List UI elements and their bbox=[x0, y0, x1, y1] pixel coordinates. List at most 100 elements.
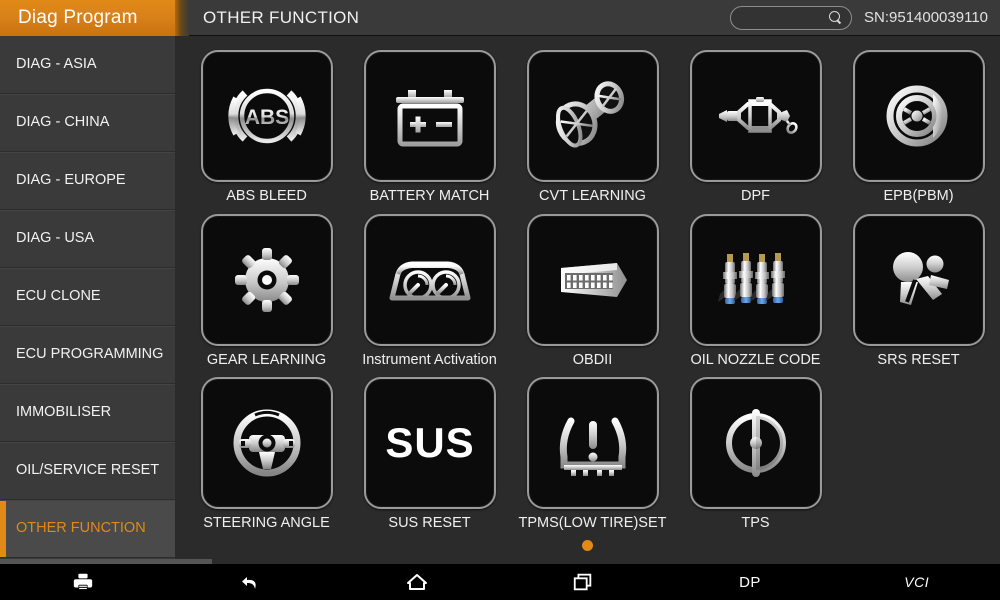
airbag-icon bbox=[892, 251, 949, 305]
tile-battery-match[interactable]: BATTERY MATCH bbox=[348, 50, 511, 204]
steering-wheel-icon bbox=[233, 409, 300, 477]
grid-row: STEERING ANGLE SUS SUS RESET TPMS(LOW TI… bbox=[185, 377, 1000, 531]
grid-row: ABS ABS BLEED BATTERY MATCH CVT LEARNING… bbox=[185, 50, 1000, 204]
tile-icon-container[interactable] bbox=[363, 213, 496, 346]
nav-vci-label: VCI bbox=[904, 574, 930, 590]
sidebar-item-diag-usa[interactable]: DIAG - USA bbox=[0, 210, 175, 268]
obd-connector-icon bbox=[560, 262, 627, 297]
tile-label: EPB(PBM) bbox=[883, 188, 954, 204]
tile-icon-container[interactable] bbox=[526, 213, 659, 346]
search-input[interactable] bbox=[740, 6, 828, 29]
sidebar-item-label: DIAG - EUROPE bbox=[16, 172, 126, 189]
svg-text:ABS: ABS bbox=[244, 106, 288, 129]
page-indicator[interactable] bbox=[175, 539, 1000, 551]
svg-text:SUS: SUS bbox=[385, 419, 474, 466]
top-bar-right: SN:951400039110 bbox=[730, 5, 988, 30]
search-icon[interactable] bbox=[829, 11, 842, 24]
sidebar-item-diag-europe[interactable]: DIAG - EUROPE bbox=[0, 152, 175, 210]
serial-number: SN:951400039110 bbox=[864, 9, 988, 26]
tile-label: OIL NOZZLE CODE bbox=[690, 351, 821, 368]
tile-label: SRS RESET bbox=[877, 351, 960, 368]
tile-instrument-activation[interactable]: Instrument Activation bbox=[348, 213, 511, 368]
tile-icon-container[interactable] bbox=[363, 50, 496, 182]
tile-label: SUS RESET bbox=[388, 515, 471, 531]
tile-icon-container[interactable]: SUS bbox=[363, 377, 496, 509]
brake-disc-icon bbox=[886, 85, 947, 147]
app-screen: Diag Program OTHER FUNCTION SN:951400039… bbox=[0, 0, 1000, 600]
tile-label: STEERING ANGLE bbox=[203, 515, 330, 531]
back-arrow-icon bbox=[242, 577, 256, 589]
fuel-injectors-icon bbox=[717, 252, 785, 304]
sidebar-item-ecu-clone[interactable]: ECU CLONE bbox=[0, 268, 175, 326]
nav-recents-button[interactable] bbox=[500, 564, 667, 600]
search-box[interactable] bbox=[730, 5, 852, 30]
tile-icon-container[interactable] bbox=[689, 50, 822, 182]
tile-label: TPMS(LOW TIRE)SET bbox=[518, 515, 667, 531]
sidebar-item-diag-china[interactable]: DIAG - CHINA bbox=[0, 94, 175, 152]
sidebar-item-label: DIAG - CHINA bbox=[16, 114, 110, 131]
nav-vci-button[interactable]: VCI bbox=[833, 564, 1000, 600]
brand-title: Diag Program bbox=[0, 0, 175, 36]
tile-label: Instrument Activation bbox=[362, 351, 497, 368]
tile-label: CVT LEARNING bbox=[539, 188, 646, 204]
tile-oil-nozzle-code[interactable]: OIL NOZZLE CODE bbox=[674, 213, 837, 368]
sidebar-item-label: DIAG - USA bbox=[16, 230, 95, 247]
print-icon bbox=[74, 573, 93, 591]
nav-back-button[interactable] bbox=[167, 564, 334, 600]
tile-cvt-learning[interactable]: CVT LEARNING bbox=[511, 50, 674, 204]
tile-icon-container[interactable] bbox=[526, 377, 659, 509]
sidebar-item-other-function[interactable]: OTHER FUNCTION bbox=[0, 500, 175, 558]
sidebar-item-label: ECU CLONE bbox=[16, 288, 101, 305]
tile-icon-container[interactable] bbox=[526, 50, 659, 182]
sidebar: DIAG - ASIA DIAG - CHINA DIAG - EUROPE D… bbox=[0, 36, 175, 564]
abs-icon: ABS bbox=[227, 88, 306, 144]
tile-srs-reset[interactable]: SRS RESET bbox=[837, 213, 1000, 368]
nav-home-button[interactable] bbox=[333, 564, 500, 600]
sidebar-item-label: IMMOBILISER bbox=[16, 404, 112, 421]
tile-abs-bleed[interactable]: ABS ABS BLEED bbox=[185, 50, 348, 204]
sidebar-item-label: OIL/SERVICE RESET bbox=[16, 462, 160, 479]
top-bar-main: OTHER FUNCTION SN:951400039110 bbox=[189, 0, 1000, 36]
nav-dp-label: DP bbox=[739, 573, 761, 591]
tile-obdii[interactable]: OBDII bbox=[511, 213, 674, 368]
tile-icon-container[interactable] bbox=[200, 377, 333, 509]
tile-icon-container[interactable]: ABS bbox=[200, 50, 333, 182]
tile-sus-reset[interactable]: SUS SUS RESET bbox=[348, 377, 511, 531]
tile-label: DPF bbox=[741, 188, 770, 204]
tile-dpf[interactable]: DPF bbox=[674, 50, 837, 204]
page-dot-1[interactable] bbox=[582, 539, 593, 551]
tile-empty bbox=[837, 377, 1000, 531]
brand-fade-divider bbox=[175, 0, 189, 36]
top-bar: Diag Program OTHER FUNCTION SN:951400039… bbox=[0, 0, 1000, 36]
sidebar-item-immobiliser[interactable]: IMMOBILISER bbox=[0, 384, 175, 442]
tile-tps[interactable]: TPS bbox=[674, 377, 837, 531]
system-nav-bar: DP VCI bbox=[0, 564, 1000, 600]
instrument-cluster-icon bbox=[389, 261, 470, 300]
tile-label: GEAR LEARNING bbox=[206, 351, 327, 368]
tile-label: ABS BLEED bbox=[226, 188, 307, 204]
tpms-warning-icon bbox=[559, 417, 626, 476]
tile-icon-container[interactable] bbox=[689, 213, 822, 346]
dpf-filter-icon bbox=[718, 97, 798, 134]
sidebar-item-oil-service-reset[interactable]: OIL/SERVICE RESET bbox=[0, 442, 175, 500]
cvt-pulley-icon bbox=[555, 81, 624, 148]
tile-icon-container[interactable] bbox=[689, 377, 822, 509]
tile-icon-container[interactable] bbox=[852, 50, 985, 182]
gear-icon bbox=[234, 247, 299, 312]
nav-dp-button[interactable]: DP bbox=[667, 564, 834, 600]
nav-print-button[interactable] bbox=[0, 564, 167, 600]
main-content: ABS ABS BLEED BATTERY MATCH CVT LEARNING… bbox=[175, 36, 1000, 564]
sidebar-item-diag-asia[interactable]: DIAG - ASIA bbox=[0, 36, 175, 94]
home-icon bbox=[406, 574, 427, 590]
function-grid: ABS ABS BLEED BATTERY MATCH CVT LEARNING… bbox=[175, 50, 1000, 531]
tile-gear-learning[interactable]: GEAR LEARNING bbox=[185, 213, 348, 368]
sidebar-item-label: ECU PROGRAMMING bbox=[16, 346, 164, 363]
tile-epb-pbm[interactable]: EPB(PBM) bbox=[837, 50, 1000, 204]
tile-steering-angle[interactable]: STEERING ANGLE bbox=[185, 377, 348, 531]
sidebar-item-ecu-programming[interactable]: ECU PROGRAMMING bbox=[0, 326, 175, 384]
tile-tpms-low-tire-set[interactable]: TPMS(LOW TIRE)SET bbox=[511, 377, 674, 531]
tile-icon-container[interactable] bbox=[852, 213, 985, 346]
tile-icon-container[interactable] bbox=[200, 213, 333, 346]
grid-row: GEAR LEARNING Instrument Activation OBDI… bbox=[185, 213, 1000, 368]
tile-label: OBDII bbox=[572, 351, 613, 368]
